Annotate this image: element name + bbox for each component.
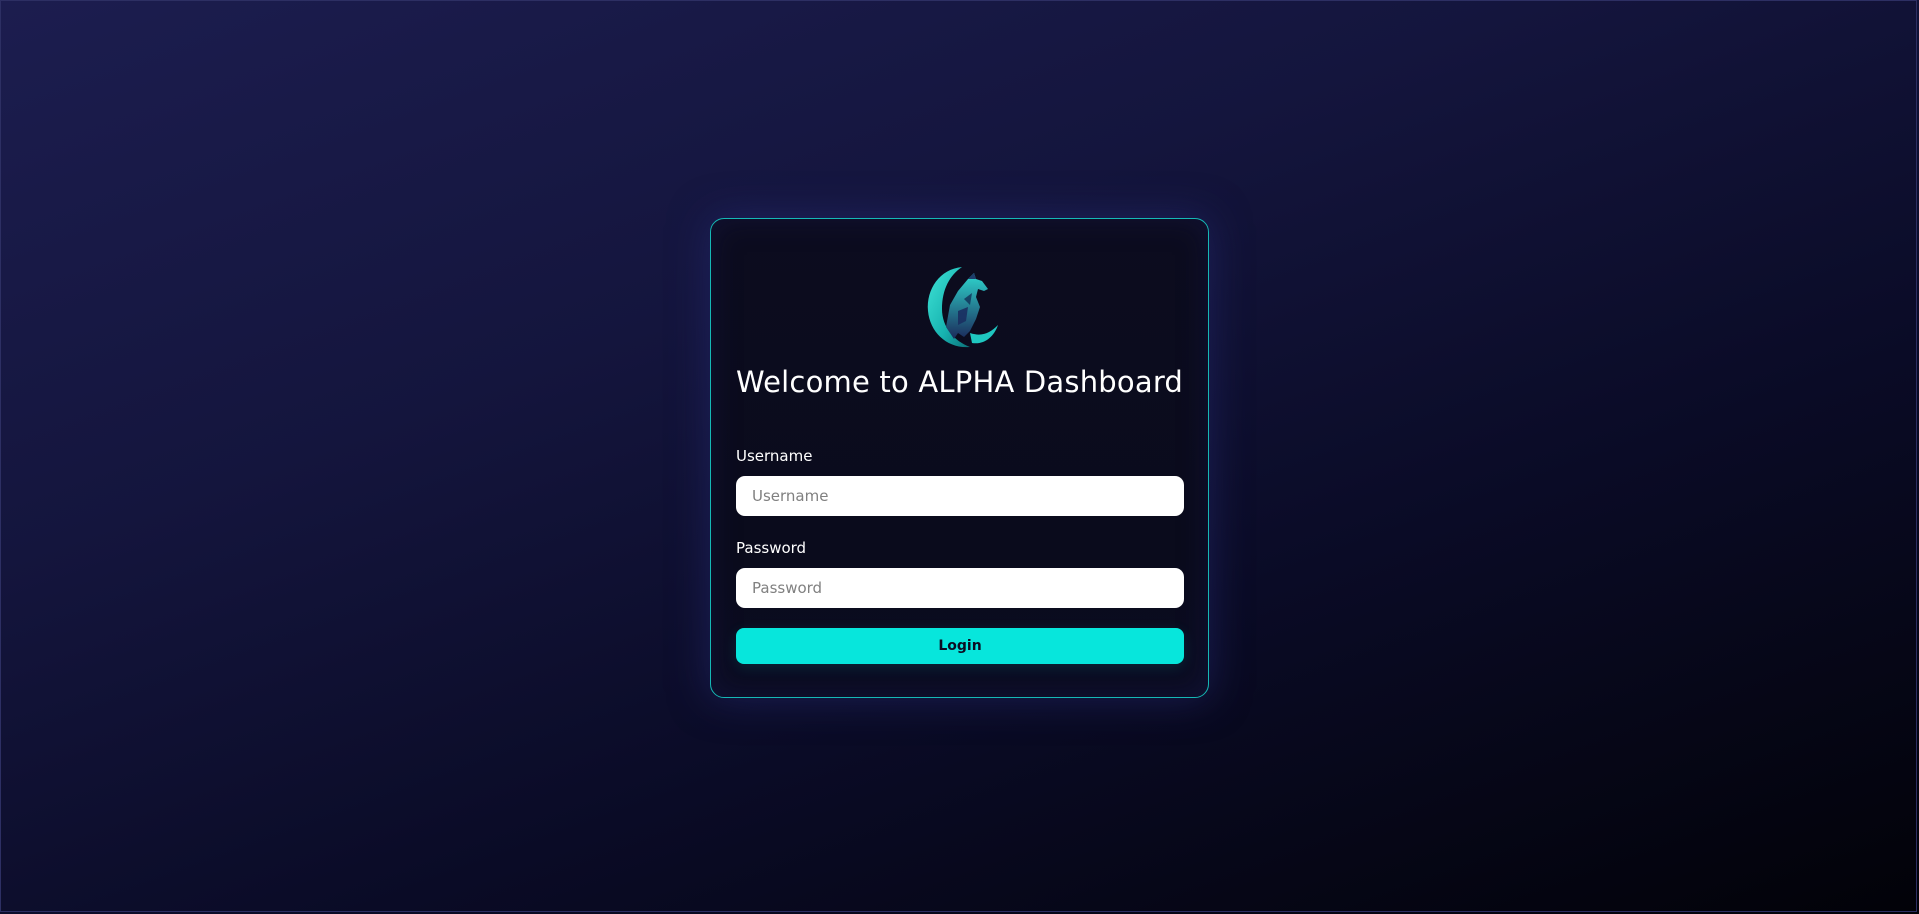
password-label: Password	[736, 539, 807, 557]
username-input[interactable]	[736, 476, 1184, 516]
password-input[interactable]	[736, 568, 1184, 608]
username-label: Username	[736, 447, 813, 465]
wolf-moon-logo	[927, 267, 998, 348]
page-title: Welcome to ALPHA Dashboard	[735, 365, 1184, 399]
login-card: Welcome to ALPHA Dashboard Username Pass…	[710, 218, 1209, 698]
login-button[interactable]: Login	[736, 628, 1184, 664]
